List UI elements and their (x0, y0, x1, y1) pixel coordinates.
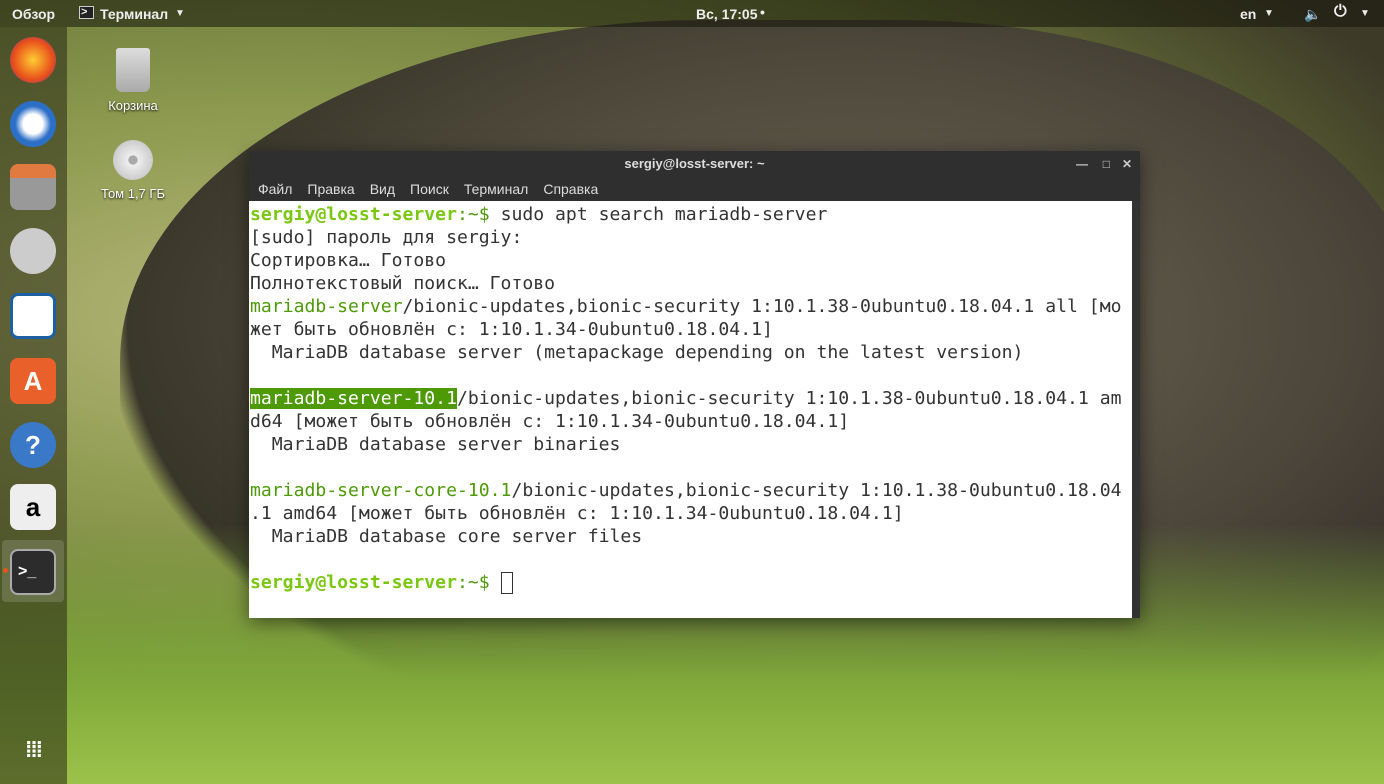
menu-terminal[interactable]: Терминал (464, 177, 528, 201)
package-line: mariadb-server/bionic-updates,bionic-sec… (250, 295, 1140, 318)
amazon-icon[interactable]: a (10, 484, 56, 530)
package-info: .1 amd64 [может быть обновлён с: 1:10.1.… (250, 503, 904, 524)
maximize-button[interactable]: □ (1103, 151, 1110, 177)
minimize-button[interactable]: — (1076, 151, 1088, 177)
package-info: /bionic-updates,bionic-security 1:10.1.3… (511, 480, 1122, 501)
show-applications-icon[interactable]: ⁞⁞⁞ (10, 727, 56, 773)
running-indicator (3, 568, 8, 573)
power-icon[interactable]: ⏻ (1334, 3, 1347, 21)
notification-dot-icon: • (760, 4, 765, 20)
package-info: жет быть обновлён с: 1:10.1.34-0ubuntu0.… (250, 319, 773, 340)
terminal-menubar: Файл Правка Вид Поиск Терминал Справка (249, 177, 1140, 201)
terminal-icon[interactable]: >_ (10, 549, 56, 595)
close-button[interactable]: ✕ (1122, 151, 1132, 177)
window-title: sergiy@losst-server: ~ (624, 156, 765, 171)
menu-file[interactable]: Файл (258, 177, 292, 201)
package-name: mariadb-server (250, 296, 403, 317)
prompt-user: sergiy@losst-server (250, 572, 457, 593)
text-cursor (500, 572, 513, 594)
package-description: MariaDB database server (metapackage dep… (250, 342, 1024, 363)
package-name: mariadb-server-core-10.1 (250, 480, 512, 501)
package-name-selected: mariadb-server-10.1 (250, 388, 457, 409)
prompt-path: :~$ (456, 204, 501, 225)
libreoffice-writer-icon[interactable] (10, 293, 56, 339)
rhythmbox-icon[interactable] (10, 228, 56, 274)
software-center-icon[interactable]: A (10, 358, 56, 404)
volume-desktop-icon[interactable]: Том 1,7 ГБ (83, 140, 183, 201)
dock: A ? a >_ ⁞⁞⁞ (0, 27, 67, 784)
command-text: sudo apt search mariadb-server (500, 204, 828, 225)
trash-label: Корзина (108, 98, 158, 113)
terminal-output[interactable]: sergiy@losst-server:~$ sudo apt search m… (249, 201, 1140, 618)
package-info: /bionic-updates,bionic-security 1:10.1.3… (402, 296, 1122, 317)
top-bar: Обзор > Терминал ▼ Вс, 17:05 • en ▼ 🔈 ⏻ … (0, 0, 1384, 27)
thunderbird-icon[interactable] (10, 101, 56, 147)
package-line: mariadb-server-10.1/bionic-updates,bioni… (250, 387, 1140, 410)
package-description: MariaDB database core server files (250, 526, 643, 547)
activities-button[interactable]: Обзор (12, 6, 55, 22)
terminal-window: sergiy@losst-server: ~ — □ ✕ Файл Правка… (249, 151, 1140, 618)
keyboard-layout[interactable]: en (1240, 6, 1256, 22)
chevron-down-icon: ▼ (175, 8, 185, 19)
volume-label: Том 1,7 ГБ (101, 186, 165, 201)
menu-view[interactable]: Вид (370, 177, 395, 201)
package-info: /bionic-updates,bionic-security 1:10.1.3… (456, 388, 1122, 409)
trash-desktop-icon[interactable]: Корзина (83, 48, 183, 113)
volume-icon[interactable]: 🔈 (1304, 6, 1321, 23)
command-line: sergiy@losst-server:~$ sudo apt search m… (250, 203, 1140, 226)
prompt-line: sergiy@losst-server:~$ (250, 571, 1140, 594)
chevron-down-icon: ▼ (1264, 8, 1274, 19)
terminal-app-icon: > (79, 6, 94, 19)
menu-help[interactable]: Справка (543, 177, 598, 201)
help-icon[interactable]: ? (10, 422, 56, 468)
terminal-titlebar[interactable]: sergiy@losst-server: ~ — □ ✕ (249, 151, 1140, 177)
output-line: Сортировка… Готово (250, 250, 447, 271)
output-line: Полнотекстовый поиск… Готово (250, 273, 556, 294)
package-info: d64 [может быть обновлён с: 1:10.1.34-0u… (250, 411, 850, 432)
clock[interactable]: Вс, 17:05 (696, 6, 757, 22)
menu-search[interactable]: Поиск (410, 177, 449, 201)
prompt-path: :~$ (456, 572, 501, 593)
files-icon[interactable] (10, 164, 56, 210)
package-description: MariaDB database server binaries (250, 434, 621, 455)
scrollbar[interactable] (1132, 201, 1140, 618)
package-line: mariadb-server-core-10.1/bionic-updates,… (250, 479, 1140, 502)
trash-icon (116, 48, 150, 92)
menu-edit[interactable]: Правка (307, 177, 354, 201)
prompt-user: sergiy@losst-server (250, 204, 457, 225)
firefox-icon[interactable] (10, 37, 56, 83)
disc-icon (113, 140, 153, 180)
app-menu-button[interactable]: Терминал (100, 6, 168, 22)
output-line: [sudo] пароль для sergiy: (250, 227, 523, 248)
chevron-down-icon: ▼ (1360, 8, 1370, 19)
